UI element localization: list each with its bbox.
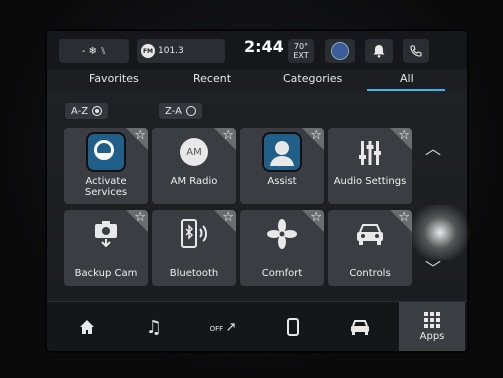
- connected-services-icon: [86, 132, 126, 172]
- now-playing-radio[interactable]: FM 101.3: [137, 39, 225, 63]
- app-tile-am-radio[interactable]: ☆ AM AM Radio: [152, 128, 236, 204]
- app-label: Controls: [349, 268, 391, 279]
- outside-temperature: 70° EXT: [288, 39, 314, 63]
- app-label: Activate Services: [64, 176, 148, 198]
- status-bar: - ❄ ⑊ FM 101.3 2:44 70° EXT: [47, 31, 467, 69]
- app-tile-comfort[interactable]: ☆ Comfort: [240, 210, 324, 286]
- favorite-star-icon[interactable]: ☆: [134, 128, 146, 143]
- fm-radio-icon: FM: [141, 44, 155, 58]
- touchscreen: - ❄ ⑊ FM 101.3 2:44 70° EXT Favorites Re…: [47, 31, 467, 351]
- notifications-button[interactable]: [365, 39, 393, 63]
- nav-media[interactable]: ♫: [128, 302, 180, 351]
- backup-camera-icon: [94, 220, 118, 252]
- sort-az-button[interactable]: A-Z: [65, 103, 109, 119]
- nav-apps[interactable]: Apps: [399, 302, 465, 351]
- music-note-icon: ♫: [145, 316, 163, 338]
- app-label: AM Radio: [170, 176, 218, 187]
- assist-person-icon: [262, 132, 302, 172]
- phone-icon: [410, 45, 422, 57]
- apps-label: Apps: [419, 331, 445, 342]
- climate-off-label: OFF: [209, 324, 224, 333]
- phone-button[interactable]: [403, 39, 429, 63]
- smartphone-icon: [287, 318, 299, 336]
- driver-profile-icon: [331, 42, 349, 60]
- nav-home[interactable]: [61, 302, 113, 351]
- driver-profile-button[interactable]: [325, 39, 355, 63]
- app-label: Bluetooth: [169, 268, 219, 279]
- app-tile-bluetooth[interactable]: ☆ Bluetooth: [152, 210, 236, 286]
- tab-all[interactable]: All: [400, 72, 414, 85]
- favorite-star-icon[interactable]: ☆: [310, 210, 322, 225]
- chevron-down-icon[interactable]: ﹀: [425, 255, 441, 279]
- car-controls-icon: [355, 222, 385, 250]
- app-tile-activate-services[interactable]: ☆ Activate Services: [64, 128, 148, 204]
- favorite-star-icon[interactable]: ☆: [134, 210, 146, 225]
- app-category-tabs: Favorites Recent Categories All: [47, 69, 467, 91]
- audio-sliders-icon: [357, 140, 383, 170]
- bottom-navigation: ♫ OFF ↗ Apps: [47, 301, 467, 351]
- app-label: Backup Cam: [74, 268, 138, 279]
- nav-phone[interactable]: [267, 302, 319, 351]
- app-label: Comfort: [261, 268, 303, 279]
- seat-heat-icon: - ❄ ⑊: [81, 45, 107, 57]
- app-tile-backup-cam[interactable]: ☆ Backup Cam: [64, 210, 148, 286]
- climate-seat-status[interactable]: - ❄ ⑊: [59, 39, 129, 63]
- sort-za-button[interactable]: Z-A: [159, 103, 202, 119]
- chevron-up-icon[interactable]: ︿: [425, 135, 441, 159]
- app-tile-controls[interactable]: ☆ Controls: [328, 210, 412, 286]
- temperature-unit: EXT: [293, 51, 309, 60]
- app-tile-audio-settings[interactable]: ☆ Audio Settings: [328, 128, 412, 204]
- favorite-star-icon[interactable]: ☆: [222, 210, 234, 225]
- car-icon: [351, 320, 369, 335]
- apps-grid-icon: [424, 312, 440, 328]
- favorite-star-icon[interactable]: ☆: [398, 210, 410, 225]
- bluetooth-phone-icon: [179, 218, 209, 254]
- app-label-line1: Activate: [85, 176, 127, 187]
- nav-climate[interactable]: OFF ↗: [197, 302, 249, 351]
- tab-favorites[interactable]: Favorites: [89, 72, 139, 85]
- sort-az-label: A-Z: [71, 105, 89, 117]
- sort-za-label: Z-A: [165, 105, 182, 117]
- bell-icon: [373, 45, 385, 58]
- clock: 2:44: [244, 37, 284, 56]
- favorite-star-icon[interactable]: ☆: [310, 128, 322, 143]
- climate-off-icon: OFF ↗: [209, 319, 237, 335]
- home-icon: [80, 320, 94, 334]
- radio-unselected-icon: [185, 106, 196, 116]
- fan-icon: [267, 219, 297, 253]
- radio-selected-icon: [92, 106, 103, 116]
- favorite-star-icon[interactable]: ☆: [398, 128, 410, 143]
- nav-vehicle[interactable]: [334, 302, 386, 351]
- app-label-line2: Services: [84, 187, 128, 198]
- am-radio-icon: AM: [180, 138, 208, 166]
- tab-categories[interactable]: Categories: [283, 72, 342, 85]
- radio-station: 101.3: [158, 46, 184, 56]
- tab-recent[interactable]: Recent: [193, 72, 231, 85]
- active-tab-indicator: [367, 89, 445, 91]
- temperature-value: 70°: [293, 42, 309, 51]
- favorite-star-icon[interactable]: ☆: [222, 128, 234, 143]
- app-label: Audio Settings: [333, 176, 407, 187]
- app-label: Assist: [267, 176, 297, 187]
- app-tile-assist[interactable]: ☆ Assist: [240, 128, 324, 204]
